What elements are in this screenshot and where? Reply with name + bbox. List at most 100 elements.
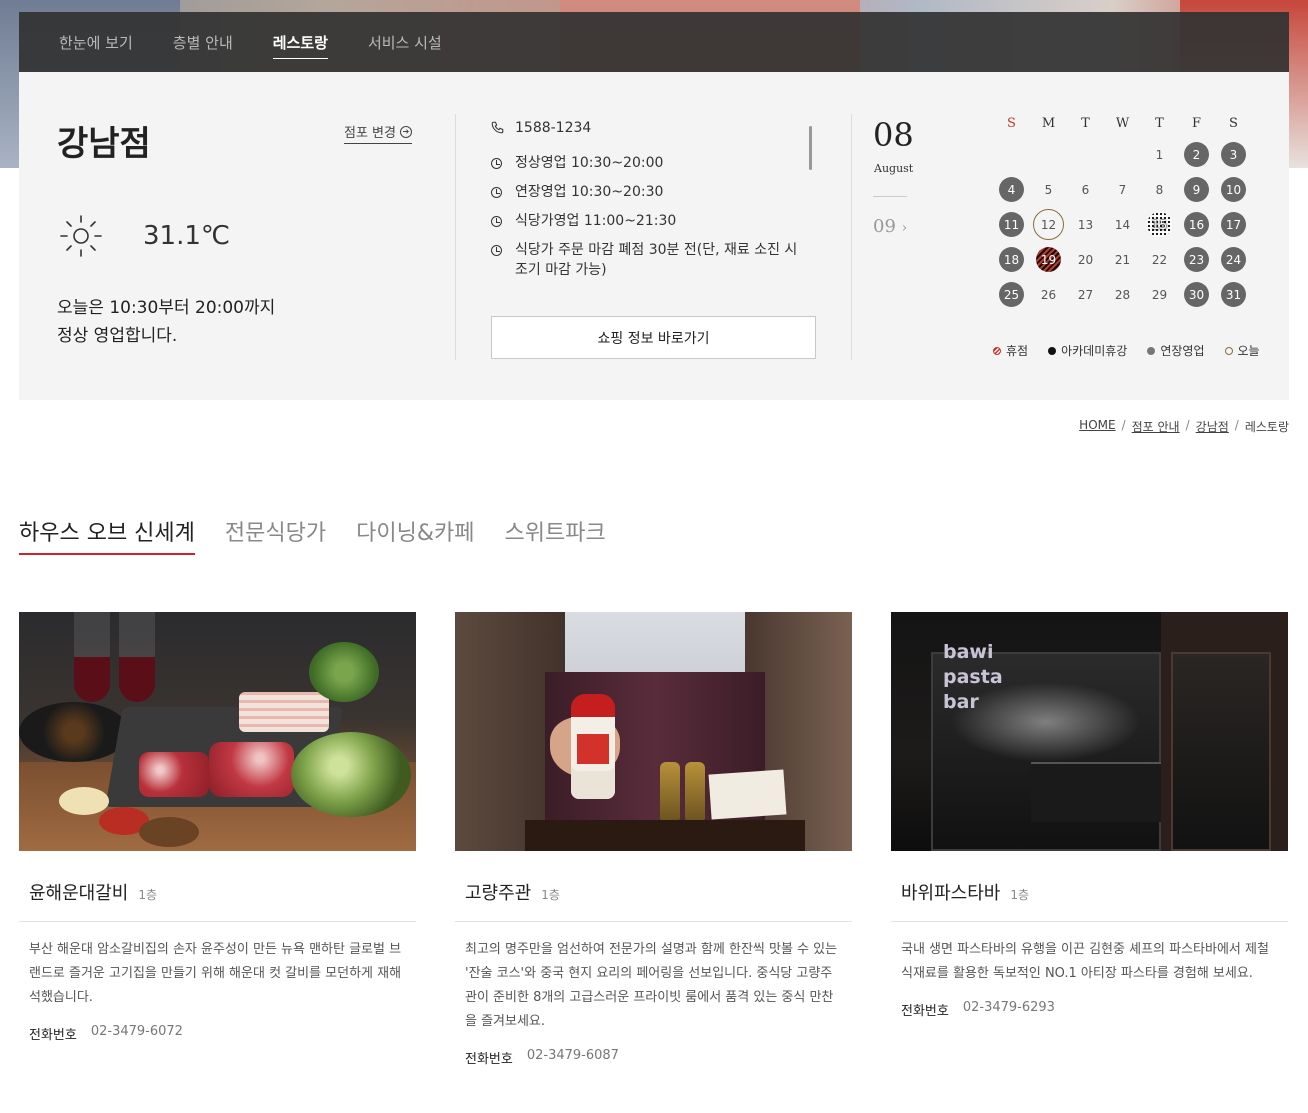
calendar-day[interactable]: 17 xyxy=(1215,207,1252,242)
change-store-link[interactable]: 점포 변경 ➔ xyxy=(344,122,412,144)
tab-dining-cafe[interactable]: 다이닝&카페 xyxy=(356,515,474,555)
date-divider xyxy=(873,196,907,197)
hours-row: 정상영업 10:30~20:00 xyxy=(491,153,663,173)
tab-sweet-park[interactable]: 스위트파크 xyxy=(504,515,605,555)
calendar-day[interactable]: 11 xyxy=(993,207,1030,242)
calendar-day[interactable]: 23 xyxy=(1178,242,1215,277)
shopping-info-button[interactable]: 쇼핑 정보 바로가기 xyxy=(491,316,816,359)
card-title: 바위파스타바 1층 xyxy=(891,879,1288,905)
nav-floor-guide[interactable]: 층별 안내 xyxy=(173,26,233,59)
breadcrumb-separator: / xyxy=(1185,418,1190,432)
nav-service-facility[interactable]: 서비스 시설 xyxy=(368,26,442,59)
hours-regular: 정상영업 10:30~20:00 xyxy=(515,155,664,171)
store-nav: 한눈에 보기 층별 안내 레스토랑 서비스 시설 xyxy=(19,12,1289,72)
restaurant-description: 부산 해운대 암소갈비집의 손자 윤주성이 만든 뉴욕 맨하탄 글로벌 브랜드로… xyxy=(29,942,402,1005)
clock-icon xyxy=(491,158,502,169)
weekday: S xyxy=(1007,116,1016,131)
calendar-day[interactable]: 8 xyxy=(1141,172,1178,207)
extended-dot-icon xyxy=(1147,346,1156,355)
current-day: 08 xyxy=(873,116,914,154)
calendar-day[interactable]: 3 xyxy=(1215,137,1252,172)
calendar-day[interactable]: 19 xyxy=(1030,242,1067,277)
calendar-day[interactable]: 1 xyxy=(1141,137,1178,172)
divider xyxy=(851,114,852,360)
calendar-day[interactable]: 26 xyxy=(1030,277,1067,312)
card-divider xyxy=(891,921,1288,922)
business-hours: 1588-1234 정상영업 10:30~20:00 연장영업 10:30~20… xyxy=(491,72,851,400)
restaurant-description: 최고의 명주만을 엄선하여 전문가의 설명과 함께 한잔씩 맛볼 수 있는 '잔… xyxy=(465,942,838,1029)
restaurant-phone: 전화번호 02-3479-6293 xyxy=(901,1000,1055,1019)
calendar-day[interactable]: 22 xyxy=(1141,242,1178,277)
calendar-day[interactable]: 7 xyxy=(1104,172,1141,207)
restaurant-floor: 1층 xyxy=(541,888,560,902)
calendar-day[interactable]: 10 xyxy=(1215,172,1252,207)
weather: 31.1℃ xyxy=(57,212,230,260)
restaurant-name: 윤해운대갈비 xyxy=(29,883,129,904)
restaurant-tabs: 하우스 오브 신세계 전문식당가 다이닝&카페 스위트파크 xyxy=(19,515,606,555)
hours-restaurant: 식당가영업 11:00~21:30 xyxy=(515,213,677,229)
calendar-day[interactable]: 9 xyxy=(1178,172,1215,207)
breadcrumb: HOME / 점포 안내 / 강남점 / 레스토랑 xyxy=(1079,418,1289,435)
weekday: S xyxy=(1229,116,1238,131)
breadcrumb-home[interactable]: HOME xyxy=(1079,418,1115,435)
weekday: F xyxy=(1191,116,1202,131)
store-name: 강남점 xyxy=(57,124,151,164)
open-message-line1: 오늘은 10:30부터 20:00까지 xyxy=(57,298,276,318)
breadcrumb-store[interactable]: 강남점 xyxy=(1196,418,1229,435)
card-divider xyxy=(455,921,852,922)
clock-icon xyxy=(491,216,502,227)
legend-extended: 연장영업 xyxy=(1147,342,1205,359)
tab-house-of-shinsegae[interactable]: 하우스 오브 신세계 xyxy=(19,515,195,555)
calendar-day[interactable]: 15 xyxy=(1141,207,1178,242)
calendar-day[interactable]: 13 xyxy=(1067,207,1104,242)
open-message-line2: 정상 영업합니다. xyxy=(57,326,178,346)
calendar-legend: 휴점 아카데미휴강 연장영업 오늘 xyxy=(993,342,1260,359)
calendar-day[interactable]: 21 xyxy=(1104,242,1141,277)
calendar-day[interactable]: 24 xyxy=(1215,242,1252,277)
calendar-week: 18 19 20 21 22 23 24 xyxy=(993,242,1273,277)
calendar-day[interactable]: 12 xyxy=(1030,207,1067,242)
restaurant-card[interactable]: bawi pasta bar 바위파스타바 1층 국내 생면 파스타바의 유행을… xyxy=(891,612,1288,1019)
calendar-day[interactable]: 20 xyxy=(1067,242,1104,277)
calendar-day[interactable]: 25 xyxy=(993,277,1030,312)
calendar-day[interactable]: 5 xyxy=(1030,172,1067,207)
next-day-button[interactable]: 09 › xyxy=(873,216,907,237)
legend-academy: 아카데미휴강 xyxy=(1048,342,1127,359)
hours-row: 식당가 주문 마감 폐점 30분 전(단, 재료 소진 시 조기 마감 가능) xyxy=(491,240,797,280)
card-title: 고량주관 1층 xyxy=(455,879,852,905)
calendar-weekdays: S M T W T F S xyxy=(993,116,1273,131)
calendar-day[interactable]: 29 xyxy=(1141,277,1178,312)
weekday: T xyxy=(1081,116,1090,131)
hours-order-deadline: 식당가 주문 마감 폐점 30분 전(단, 재료 소진 시 조기 마감 가능) xyxy=(515,242,798,278)
temperature: 31.1℃ xyxy=(143,221,231,251)
calendar-day[interactable]: 28 xyxy=(1104,277,1141,312)
calendar-day[interactable]: 30 xyxy=(1178,277,1215,312)
nav-overview[interactable]: 한눈에 보기 xyxy=(59,26,133,59)
weekday: M xyxy=(1041,116,1056,131)
calendar-day[interactable]: 31 xyxy=(1215,277,1252,312)
nav-restaurant[interactable]: 레스토랑 xyxy=(272,26,329,59)
breadcrumb-store-info[interactable]: 점포 안내 xyxy=(1132,418,1180,435)
restaurant-card[interactable]: 고량주관 1층 최고의 명주만을 엄선하여 전문가의 설명과 함께 한잔씩 맛볼… xyxy=(455,612,852,1067)
calendar-day[interactable]: 14 xyxy=(1104,207,1141,242)
sun-icon xyxy=(60,215,102,257)
open-message: 오늘은 10:30부터 20:00까지 정상 영업합니다. xyxy=(57,294,275,350)
closed-dot-icon xyxy=(993,346,1001,355)
calendar-day[interactable]: 16 xyxy=(1178,207,1215,242)
breadcrumb-separator: / xyxy=(1121,418,1126,432)
arrow-circle-icon: ➔ xyxy=(399,125,412,138)
calendar-day[interactable]: 18 xyxy=(993,242,1030,277)
clock-icon xyxy=(491,187,502,198)
restaurant-phone: 전화번호 02-3479-6087 xyxy=(465,1048,619,1067)
hours-scrollbar[interactable] xyxy=(809,126,812,170)
calendar-day[interactable]: 4 xyxy=(993,172,1030,207)
store-info-panel: 강남점 점포 변경 ➔ 31.1℃ 오늘은 10:30부터 20:00까지 정상… xyxy=(19,72,1289,400)
calendar-day[interactable]: 27 xyxy=(1067,277,1104,312)
calendar-day[interactable]: 2 xyxy=(1178,137,1215,172)
tab-specialty-restaurants[interactable]: 전문식당가 xyxy=(225,515,326,555)
phone-row: 1588-1234 xyxy=(491,118,591,138)
legend-today: 오늘 xyxy=(1224,342,1260,359)
restaurant-name: 고량주관 xyxy=(465,883,532,904)
restaurant-card[interactable]: 윤해운대갈비 1층 부산 해운대 암소갈비집의 손자 윤주성이 만든 뉴욕 맨하… xyxy=(19,612,416,1043)
calendar-day[interactable]: 6 xyxy=(1067,172,1104,207)
